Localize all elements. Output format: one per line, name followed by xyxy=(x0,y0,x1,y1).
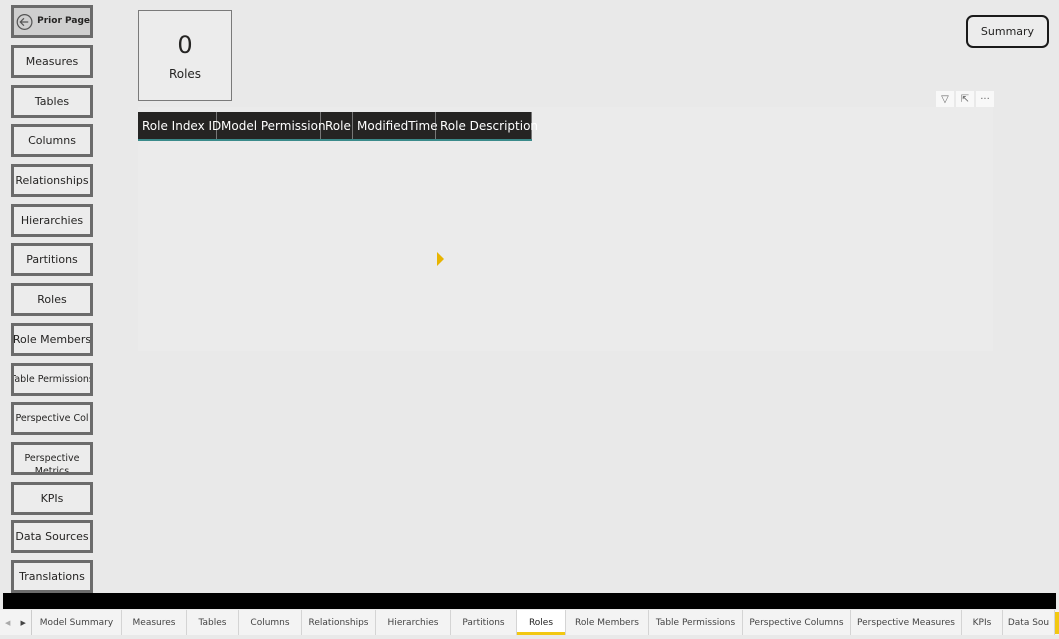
tab-relationships[interactable]: Relationships xyxy=(302,610,376,635)
table-header: Role Index ID Model Permission Role Modifie… xyxy=(138,112,538,141)
tab-roles[interactable]: Roles xyxy=(517,610,566,635)
column-header[interactable]: Role Description xyxy=(436,112,538,139)
tab-role-members[interactable]: Role Members xyxy=(566,610,649,635)
tab-scroll-left-icon[interactable]: ◀ xyxy=(5,619,10,627)
mouse-cursor xyxy=(437,252,444,266)
nav-button-perspective-col[interactable]: Perspective Col xyxy=(11,402,93,435)
scroll-indicator xyxy=(1055,612,1059,634)
back-arrow-icon xyxy=(16,13,33,30)
divider-bar xyxy=(3,593,1056,609)
summary-button[interactable]: Summary xyxy=(966,15,1049,48)
tab-kpis[interactable]: KPIs xyxy=(962,610,1003,635)
filter-icon[interactable]: ▽ xyxy=(936,91,954,107)
nav-button-role-members[interactable]: Role Members xyxy=(11,323,93,356)
tab-tables[interactable]: Tables xyxy=(187,610,239,635)
tab-perspective-measures[interactable]: Perspective Measures xyxy=(851,610,962,635)
column-header[interactable]: ModifiedTime xyxy=(353,112,438,139)
page-tabs: ◀ ▶ Model Summary Measures Tables Columns Rel… xyxy=(0,610,1059,635)
roles-table-visual xyxy=(138,107,993,351)
nav-button-measures[interactable]: Measures xyxy=(11,45,93,78)
tab-data-sou[interactable]: Data Sou xyxy=(1003,610,1055,635)
column-header[interactable]: Model Permission xyxy=(217,112,326,139)
focus-mode-icon[interactable]: ⇱ xyxy=(956,91,974,107)
tab-scroll-right-icon[interactable]: ▶ xyxy=(21,619,26,627)
nav-button-hierarchies[interactable]: Hierarchies xyxy=(11,204,93,237)
card-label: Roles xyxy=(168,66,202,81)
nav-button-data-sources[interactable]: Data Sources xyxy=(11,520,93,553)
tab-table-permissions[interactable]: Table Permissions xyxy=(649,610,743,635)
nav-button-roles[interactable]: Roles xyxy=(11,283,93,316)
tab-columns[interactable]: Columns xyxy=(239,610,302,635)
tab-perspective-columns[interactable]: Perspective Columns xyxy=(743,610,851,635)
nav-button-table-permissions[interactable]: Table Permissions xyxy=(11,363,93,396)
tab-model-summary[interactable]: Model Summary xyxy=(32,610,122,635)
nav-button-relationships[interactable]: Relationships xyxy=(11,164,93,197)
prior-page-button[interactable]: Prior Page xyxy=(11,5,93,38)
column-header[interactable]: Role Index ID xyxy=(138,112,221,139)
tab-partitions[interactable]: Partitions xyxy=(451,610,517,635)
nav-button-tables[interactable]: Tables xyxy=(11,85,93,118)
nav-button-translations[interactable]: Translations xyxy=(11,560,93,593)
card-value: 0 xyxy=(177,30,193,59)
nav-button-perspective-metrics[interactable]: Perspective Metrics xyxy=(11,442,93,475)
tab-measures[interactable]: Measures xyxy=(122,610,187,635)
prior-page-label: Prior Page xyxy=(37,16,90,26)
nav-button-partitions[interactable]: Partitions xyxy=(11,243,93,276)
more-options-icon[interactable]: ··· xyxy=(976,91,994,107)
nav-button-columns[interactable]: Columns xyxy=(11,124,93,157)
roles-card: 0 Roles xyxy=(138,10,232,101)
column-header[interactable]: Role xyxy=(321,112,353,139)
nav-button-kpis[interactable]: KPIs xyxy=(11,482,93,515)
tab-hierarchies[interactable]: Hierarchies xyxy=(376,610,451,635)
